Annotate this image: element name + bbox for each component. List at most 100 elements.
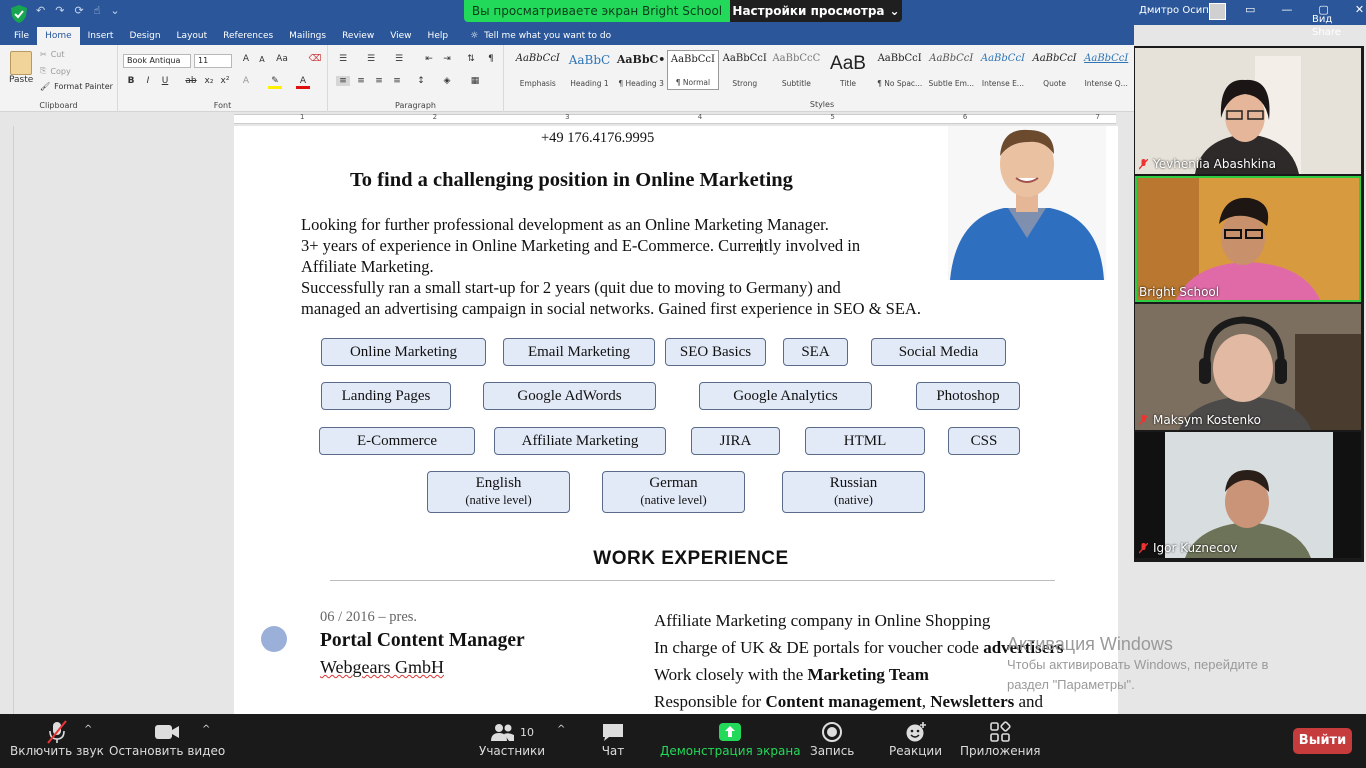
tab-insert[interactable]: Insert	[80, 27, 122, 45]
undo-icon[interactable]: ↶	[36, 4, 45, 17]
pilcrow-icon[interactable]: ¶	[484, 54, 498, 64]
style-no-spacing[interactable]: AaBbCcI ¶ No Spac...	[874, 50, 926, 90]
tab-home[interactable]: Home	[37, 27, 80, 45]
grow-font-icon[interactable]: A	[239, 54, 253, 64]
language-tag[interactable]: German (native level)	[602, 471, 745, 513]
bold-icon[interactable]: B	[124, 76, 138, 86]
video-tile[interactable]: Maksym Kostenko	[1135, 304, 1361, 430]
language-tag[interactable]: English (native level)	[427, 471, 570, 513]
ribbon-display-icon[interactable]: ▭	[1245, 3, 1255, 16]
superscript-icon[interactable]: x²	[218, 76, 232, 86]
video-tile-active-speaker[interactable]: Bright School	[1135, 176, 1361, 302]
horizontal-ruler[interactable]: 1 2 3 4 5 6 7	[0, 112, 1134, 126]
skill-tag[interactable]: HTML	[805, 427, 925, 455]
tell-me-box[interactable]: ☼ Tell me what you want to do	[470, 27, 611, 45]
sort-icon[interactable]: ⇅	[464, 54, 478, 64]
underline-icon[interactable]: U	[158, 76, 172, 86]
tab-layout[interactable]: Layout	[169, 27, 216, 45]
numbering-icon[interactable]: ☰	[364, 54, 378, 64]
tab-help[interactable]: Help	[420, 27, 457, 45]
style-intense-quote[interactable]: AaBbCcI Intense Q...	[1080, 50, 1132, 90]
font-name-select[interactable]: Book Antiqua	[123, 54, 191, 68]
style-normal[interactable]: AaBbCcI ¶ Normal	[666, 50, 719, 90]
record-button[interactable]: Запись	[810, 720, 854, 758]
chat-button[interactable]: Чат	[601, 720, 625, 758]
style-heading-1[interactable]: AaBbC Heading 1	[564, 50, 616, 90]
participants-options-chevron-icon[interactable]: ^	[557, 724, 565, 735]
style-subtitle[interactable]: AaBbCcC Subtitle	[771, 50, 823, 90]
align-center-icon[interactable]: ≡	[354, 76, 368, 86]
increase-indent-icon[interactable]: ⇥	[440, 54, 454, 64]
document-page[interactable]: +49 176.4176.9995 To find a challenging …	[234, 126, 1118, 714]
change-case-icon[interactable]: Aa	[275, 54, 289, 64]
view-options-button[interactable]: Настройки просмотра ⌄	[730, 0, 902, 22]
decrease-indent-icon[interactable]: ⇤	[422, 54, 436, 64]
tab-file[interactable]: File	[6, 27, 37, 45]
audio-options-chevron-icon[interactable]: ^	[84, 724, 92, 735]
leave-meeting-button[interactable]: Выйти	[1293, 728, 1352, 754]
language-tag[interactable]: Russian (native)	[782, 471, 925, 513]
bullets-icon[interactable]: ☰	[336, 54, 350, 64]
redo-icon[interactable]: ↷	[55, 4, 64, 17]
shrink-font-icon[interactable]: A	[255, 55, 269, 64]
skill-tag[interactable]: Google Analytics	[699, 382, 872, 410]
strikethrough-icon[interactable]: ab	[184, 76, 198, 86]
format-painter-button[interactable]: 🖌 Format Painter	[40, 82, 113, 91]
skill-tag[interactable]: Email Marketing	[503, 338, 655, 366]
align-left-icon[interactable]: ≡	[336, 76, 350, 86]
video-tile[interactable]: Yevheniia Abashkina	[1135, 48, 1361, 174]
skill-tag[interactable]: Google AdWords	[483, 382, 656, 410]
vertical-ruler[interactable]	[0, 126, 14, 714]
share-screen-button[interactable]: Демонстрация экрана	[660, 720, 801, 758]
skill-tag[interactable]: SEA	[783, 338, 848, 366]
skill-tag[interactable]: Online Marketing	[321, 338, 486, 366]
tab-view[interactable]: View	[382, 27, 419, 45]
refresh-icon[interactable]: ⟳	[74, 4, 83, 17]
skill-tag[interactable]: SEO Basics	[665, 338, 766, 366]
document-area[interactable]: +49 176.4176.9995 To find a challenging …	[14, 126, 1134, 714]
skill-tag[interactable]: Affiliate Marketing	[494, 427, 666, 455]
style-strong[interactable]: AaBbCcI Strong	[719, 50, 771, 90]
skill-tag[interactable]: Social Media	[871, 338, 1006, 366]
video-tile[interactable]: Igor Kuznecov	[1135, 432, 1361, 558]
customize-toolbar-icon[interactable]: ⌄	[110, 4, 119, 17]
participants-button[interactable]: 10 Участники	[479, 720, 545, 758]
shading-icon[interactable]: ◈	[440, 76, 454, 86]
style-subtle-emphasis[interactable]: AaBbCcI Subtle Em...	[925, 50, 977, 90]
video-options-chevron-icon[interactable]: ^	[202, 724, 210, 735]
font-size-select[interactable]: 11	[194, 54, 232, 68]
reactions-button[interactable]: Реакции	[889, 720, 942, 758]
copy-button[interactable]: ⎘ Copy	[40, 66, 71, 76]
highlight-icon[interactable]: ✎	[268, 76, 282, 89]
clear-format-icon[interactable]: ⌫	[308, 54, 322, 64]
apps-button[interactable]: Приложения	[960, 720, 1041, 758]
cut-button[interactable]: ✂ Cut	[40, 50, 65, 59]
skill-tag[interactable]: JIRA	[691, 427, 780, 455]
skill-tag[interactable]: CSS	[948, 427, 1020, 455]
multilevel-list-icon[interactable]: ☰	[392, 54, 406, 64]
paste-button[interactable]: Paste	[9, 75, 33, 85]
tab-references[interactable]: References	[215, 27, 281, 45]
align-right-icon[interactable]: ≡	[372, 76, 386, 86]
style-heading-3[interactable]: AaBbC• ¶ Heading 3	[615, 50, 667, 90]
line-spacing-icon[interactable]: ↕	[414, 76, 428, 86]
skill-tag[interactable]: E-Commerce	[319, 427, 475, 455]
text-effects-icon[interactable]: A	[239, 76, 253, 86]
view-label[interactable]: Вид	[1312, 14, 1341, 25]
italic-icon[interactable]: I	[141, 76, 155, 86]
tab-mailings[interactable]: Mailings	[281, 27, 334, 45]
borders-icon[interactable]: ▦	[468, 76, 482, 86]
minimize-icon[interactable]: —	[1281, 3, 1292, 16]
avatar[interactable]	[1209, 3, 1226, 20]
tab-review[interactable]: Review	[334, 27, 382, 45]
style-intense-emphasis[interactable]: AaBbCcI Intense E...	[977, 50, 1029, 90]
share-label[interactable]: Share	[1312, 27, 1341, 38]
close-icon[interactable]: ✕	[1355, 3, 1364, 16]
touch-mode-icon[interactable]: ☝	[94, 4, 101, 17]
skill-tag[interactable]: Photoshop	[916, 382, 1020, 410]
tab-design[interactable]: Design	[121, 27, 168, 45]
style-emphasis[interactable]: AaBbCcI Emphasis	[512, 50, 564, 90]
paste-icon[interactable]	[10, 51, 32, 75]
style-quote[interactable]: AaBbCcI Quote	[1029, 50, 1081, 90]
justify-icon[interactable]: ≡	[390, 76, 404, 86]
